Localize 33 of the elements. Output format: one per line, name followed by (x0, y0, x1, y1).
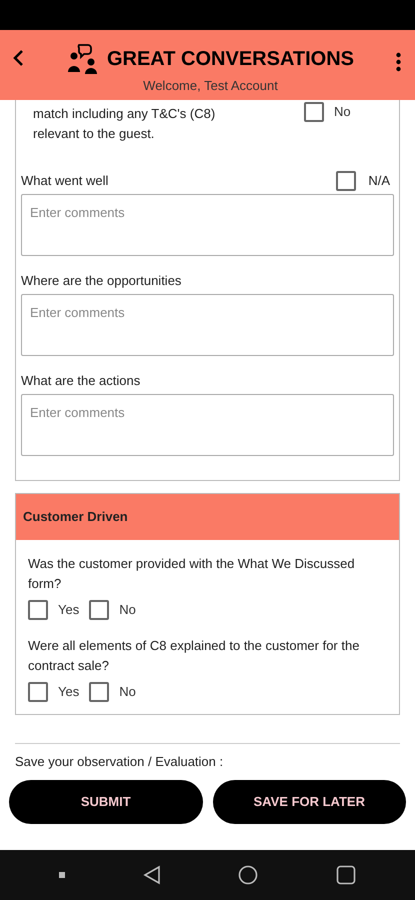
back-triangle-icon[interactable] (142, 865, 161, 885)
checkbox[interactable] (336, 171, 356, 191)
save-later-button[interactable]: SAVE FOR LATER (212, 780, 406, 824)
field-label: Where are the opportunities (21, 272, 182, 290)
checkbox[interactable] (89, 600, 110, 620)
question-text: Was the customer provided with the What We Discussed form? (28, 555, 356, 593)
field-label: What are the actions (21, 372, 140, 390)
back-icon (12, 49, 24, 67)
checkbox[interactable] (89, 682, 110, 702)
recents-icon[interactable] (336, 865, 356, 885)
option-label: N/A (368, 172, 390, 190)
field-label: What went well (21, 172, 108, 190)
comment-field[interactable]: Enter comments (21, 194, 394, 256)
option-label: Yes (58, 601, 80, 620)
submit-button[interactable]: SUBMIT (9, 780, 202, 824)
comment-field[interactable]: Enter comments (21, 394, 394, 456)
more-icon (396, 52, 400, 72)
option-label: No (119, 601, 136, 620)
option-label: No (334, 103, 351, 122)
app-title: GREAT CONVERSATIONS (106, 47, 354, 72)
people-chat-icon (66, 44, 99, 74)
checkbox[interactable] (304, 102, 324, 122)
checkbox[interactable] (28, 600, 48, 620)
question-text: Were all elements of C8 explained to the customer for the contract sale? (28, 637, 360, 675)
section-title: Customer Driven (23, 508, 128, 526)
option-label: No (119, 683, 136, 702)
home-icon[interactable] (238, 865, 258, 885)
welcome-text: Welcome, Test Account (143, 77, 278, 95)
question-text: match including any T&C's (C8) relevant to the guest. (33, 105, 216, 143)
option-label: Yes (58, 683, 80, 702)
save-label: Save your observation / Evaluation : (15, 754, 224, 769)
checkbox[interactable] (28, 682, 48, 702)
comment-field[interactable]: Enter comments (21, 294, 394, 356)
